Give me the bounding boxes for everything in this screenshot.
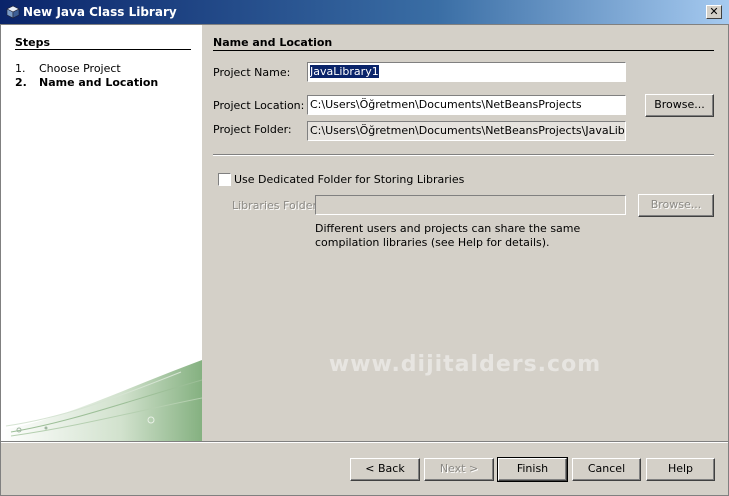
window-title: New Java Class Library (23, 5, 177, 19)
libraries-help-text: Different users and projects can share t… (315, 222, 581, 249)
close-icon: ✕ (709, 5, 719, 18)
close-button[interactable]: ✕ (706, 5, 722, 19)
steps-title: Steps (15, 36, 51, 49)
project-folder-label: Project Folder: (213, 123, 292, 136)
browse-libraries-button[interactable]: Browse... (638, 194, 714, 217)
project-name-label: Project Name: (213, 66, 291, 79)
libraries-folder-label: Libraries Folder: (232, 199, 321, 212)
watermark: www.dijitalders.com (328, 352, 602, 377)
cancel-button[interactable]: Cancel (572, 458, 641, 481)
project-location-label: Project Location: (213, 99, 305, 112)
project-folder-field[interactable]: C:\Users\Öğretmen\Documents\NetBeansProj… (307, 121, 626, 141)
finish-button[interactable]: Finish (497, 457, 568, 482)
steps-panel: Steps 1. Choose Project 2. Name and Locati… (1, 25, 202, 441)
step-label: Name and Location (39, 76, 159, 89)
name-and-location-panel: Name and Location Project Name: JavaLibr… (202, 25, 728, 441)
next-button[interactable]: Next > (424, 458, 494, 481)
button-bar-separator (1, 441, 728, 443)
libraries-folder-input[interactable] (315, 195, 626, 215)
project-location-input[interactable]: C:\Users\Öğretmen\Documents\NetBeansProj… (307, 95, 626, 115)
title-bar: New Java Class Library ✕ (0, 0, 729, 25)
step-number: 1. (15, 62, 26, 75)
dedicated-folder-label[interactable]: Use Dedicated Folder for Storing Librari… (234, 173, 464, 186)
step-number: 2. (15, 76, 27, 89)
project-name-value: JavaLibrary1 (310, 65, 379, 78)
section-divider (213, 50, 714, 51)
project-name-input[interactable]: JavaLibrary1 (307, 62, 626, 82)
step-label: Choose Project (39, 62, 121, 75)
back-button[interactable]: < Back (350, 458, 420, 481)
help-button[interactable]: Help (646, 458, 715, 481)
decorative-swoosh-graphic (1, 360, 202, 441)
steps-divider (15, 49, 191, 50)
browse-location-button[interactable]: Browse... (645, 94, 714, 117)
section-title: Name and Location (213, 36, 333, 49)
step-choose-project: 1. Choose Project (15, 62, 121, 75)
separator (213, 154, 714, 156)
java-cube-icon (6, 5, 20, 19)
step-name-and-location: 2. Name and Location (15, 76, 158, 89)
dedicated-folder-checkbox[interactable] (218, 173, 231, 186)
